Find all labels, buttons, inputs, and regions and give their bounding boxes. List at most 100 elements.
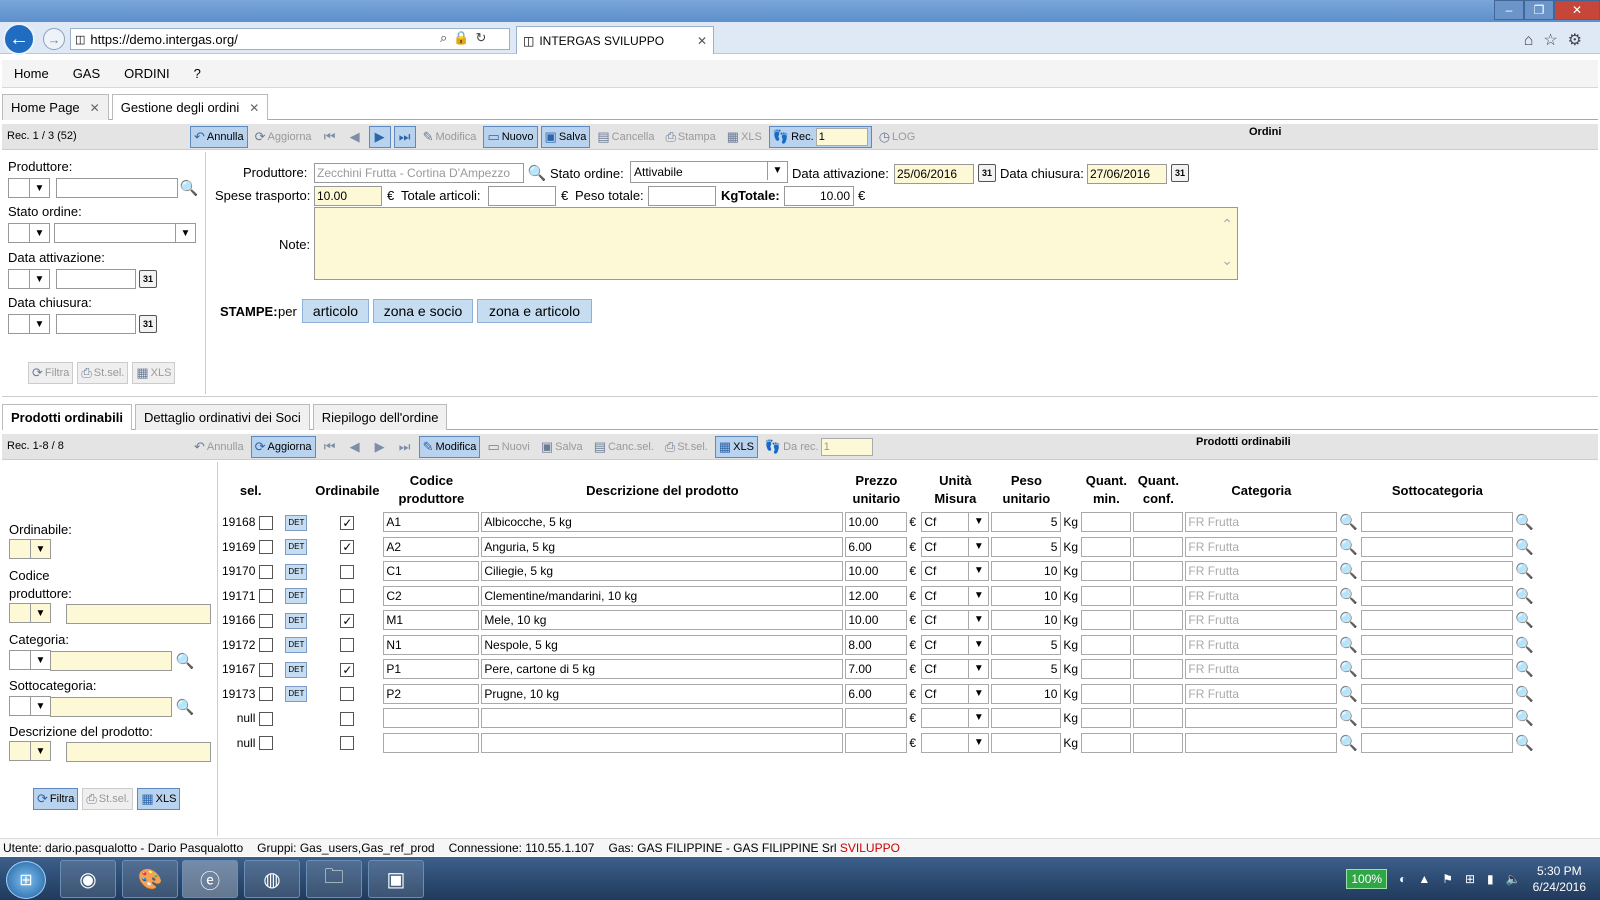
sottocategoria-search-icon[interactable]: 🔍 — [1515, 563, 1534, 580]
filter-data-att-op-select[interactable]: ▼ — [8, 269, 50, 289]
qconf-field[interactable] — [1133, 585, 1184, 606]
qmin-field[interactable] — [1081, 659, 1132, 680]
qconf-field[interactable] — [1133, 683, 1184, 704]
refresh-icon[interactable]: ↻ — [475, 30, 492, 45]
filter-descrizione-input[interactable] — [66, 742, 211, 762]
categoria-search-icon[interactable]: 🔍 — [1339, 735, 1358, 752]
prezzo-field[interactable]: 6.00 — [845, 536, 908, 557]
salva-button[interactable]: ▣ Salva — [540, 126, 591, 148]
stampa-button[interactable]: ⎙ Stampa — [661, 126, 719, 148]
tray-app-icon[interactable]: ◐ — [1399, 872, 1406, 886]
aggiorna-button[interactable]: ⟳ Aggiorna — [251, 126, 316, 148]
prezzo-field[interactable] — [845, 708, 908, 729]
row-select-checkbox[interactable] — [259, 515, 274, 530]
descrizione-field[interactable]: Prugne, 10 kg — [481, 683, 844, 704]
qmin-field[interactable] — [1081, 732, 1132, 753]
sottocategoria-field[interactable] — [1361, 732, 1514, 753]
categoria-field[interactable]: FR Frutta — [1185, 683, 1338, 704]
home-icon[interactable]: ⌂ — [1524, 32, 1544, 49]
ordinabile-checkbox[interactable]: ✓ — [340, 613, 355, 628]
qmin-field[interactable] — [1081, 585, 1132, 606]
filter-ordinabile-select[interactable]: ▼ — [9, 539, 51, 559]
minimize-button[interactable]: ‒ — [1494, 0, 1524, 20]
sottocategoria-search-icon[interactable]: 🔍 — [1515, 735, 1534, 752]
volume-icon[interactable]: 🔈 — [1506, 872, 1521, 886]
ordinabile-checkbox[interactable] — [340, 638, 355, 653]
categoria-search-icon[interactable]: 🔍 — [1339, 661, 1358, 678]
clock[interactable]: 5:30 PM 6/24/2016 — [1533, 863, 1586, 895]
sottocategoria-search-icon[interactable]: 🔍 — [1515, 588, 1534, 605]
xls-button[interactable]: ▦ XLS — [723, 126, 766, 148]
det-button[interactable]: DET — [285, 612, 308, 629]
categoria-field[interactable] — [1185, 708, 1338, 729]
qconf-field[interactable] — [1133, 536, 1184, 557]
stsel-button[interactable]: ⎙ St.sel. — [661, 436, 712, 458]
qconf-field[interactable] — [1133, 561, 1184, 582]
prev-record-icon[interactable]: ◀ — [344, 436, 366, 458]
unita-select[interactable]: Cf ▼ — [921, 561, 990, 582]
prev-record-icon[interactable]: ◀ — [344, 126, 366, 148]
peso-field[interactable]: 5 — [991, 659, 1062, 680]
tab-dettaglio-ordinativi[interactable]: Dettaglio ordinativi dei Soci — [134, 404, 310, 430]
ordinabile-checkbox[interactable] — [340, 711, 355, 726]
viewer-taskbar-icon[interactable]: ▣ — [368, 860, 424, 898]
ordinabile-checkbox[interactable] — [340, 564, 355, 579]
filter-produttore-input[interactable] — [56, 178, 178, 198]
categoria-field[interactable] — [1185, 732, 1338, 753]
xls-button[interactable]: ▦ XLS — [714, 436, 758, 458]
sottocategoria-search-icon[interactable]: 🔍 — [1515, 686, 1534, 703]
start-button[interactable]: ⊞ — [6, 861, 46, 899]
descrizione-field[interactable] — [481, 708, 844, 729]
search-magnifier-icon[interactable]: 🔍 — [180, 179, 199, 197]
chrome-taskbar-icon[interactable]: ◉ — [60, 860, 116, 898]
unita-select[interactable]: Cf ▼ — [921, 683, 990, 704]
xls-button[interactable]: ▦ XLS — [132, 362, 176, 384]
sottocategoria-search-icon[interactable]: 🔍 — [1515, 637, 1534, 654]
tab-close-icon[interactable]: ✕ — [697, 34, 707, 48]
qmin-field[interactable] — [1081, 512, 1132, 533]
search-magnifier-icon[interactable]: 🔍 — [528, 164, 547, 182]
first-record-icon[interactable]: ⏮ — [319, 436, 341, 458]
codice-field[interactable] — [383, 708, 480, 729]
codice-field[interactable]: A2 — [383, 536, 480, 557]
codice-field[interactable]: A1 — [383, 512, 480, 533]
prezzo-field[interactable] — [845, 732, 908, 753]
first-record-icon[interactable]: ⏮ — [319, 126, 341, 148]
menu-ordini[interactable]: ORDINI — [112, 66, 182, 81]
stampa-zona-articolo-button[interactable]: zona e articolo — [477, 299, 592, 323]
prezzo-field[interactable]: 7.00 — [845, 659, 908, 680]
codice-field[interactable]: C2 — [383, 585, 480, 606]
ordinabile-checkbox[interactable] — [340, 589, 355, 604]
last-record-icon[interactable]: ⏭ — [394, 436, 416, 458]
search-magnifier-icon[interactable]: 🔍 — [176, 652, 195, 670]
prezzo-field[interactable]: 10.00 — [845, 512, 908, 533]
descrizione-field[interactable]: Mele, 10 kg — [481, 610, 844, 631]
qmin-field[interactable] — [1081, 610, 1132, 631]
stampa-articolo-button[interactable]: articolo — [302, 299, 369, 323]
sottocategoria-field[interactable] — [1361, 536, 1514, 557]
tab-gestione-ordini[interactable]: Gestione degli ordini ✕ — [111, 94, 269, 120]
filter-categoria-input[interactable] — [50, 651, 172, 671]
produttore-field[interactable]: Zecchini Frutta - Cortina D'Ampezzo — [314, 163, 524, 183]
log-button[interactable]: ◷ LOG — [875, 126, 920, 148]
codice-field[interactable]: N1 — [383, 634, 480, 655]
categoria-search-icon[interactable]: 🔍 — [1339, 563, 1358, 580]
sottocategoria-field[interactable] — [1361, 634, 1514, 655]
explorer-taskbar-icon[interactable]: 🗀 — [306, 860, 362, 898]
ordinabile-checkbox[interactable]: ✓ — [340, 662, 355, 677]
sottocategoria-field[interactable] — [1361, 683, 1514, 704]
browser-tab[interactable]: ◫ INTERGAS SVILUPPO ✕ — [516, 26, 714, 54]
descrizione-field[interactable]: Anguria, 5 kg — [481, 536, 844, 557]
peso-field[interactable]: 10 — [991, 561, 1062, 582]
modifica-button[interactable]: ✎ Modifica — [418, 436, 481, 458]
sottocategoria-search-icon[interactable]: 🔍 — [1515, 514, 1534, 531]
row-select-checkbox[interactable] — [259, 540, 274, 555]
close-icon[interactable]: ✕ — [90, 101, 100, 115]
row-select-checkbox[interactable] — [259, 687, 274, 702]
unita-select[interactable]: Cf ▼ — [921, 610, 990, 631]
note-textarea[interactable]: ⌃ ⌄ — [314, 207, 1238, 280]
sottocategoria-search-icon[interactable]: 🔍 — [1515, 661, 1534, 678]
stsel-button[interactable]: ⎙ St.sel. — [77, 362, 129, 384]
categoria-search-icon[interactable]: 🔍 — [1339, 588, 1358, 605]
rec-input[interactable]: 1 — [815, 128, 868, 146]
